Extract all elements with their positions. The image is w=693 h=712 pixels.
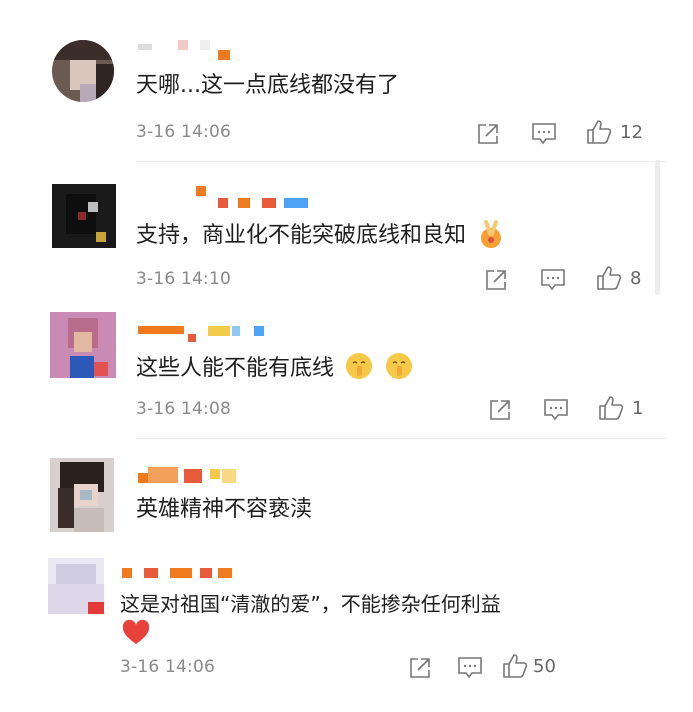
- comment-text: 支持，商业化不能突破底线和良知: [136, 218, 506, 250]
- comment-time: 3-16 14:08: [136, 399, 231, 419]
- comment-text: 英雄精神不容亵渎: [136, 497, 313, 522]
- share-icon[interactable]: [484, 268, 508, 292]
- comment-time: 3-16 14:06: [136, 122, 231, 142]
- avatar[interactable]: [52, 40, 114, 102]
- avatar[interactable]: [50, 458, 114, 532]
- username-blurred[interactable]: [196, 186, 316, 208]
- comment-time: 3-16 14:06: [120, 657, 215, 677]
- avatar[interactable]: [48, 558, 104, 614]
- scrollbar[interactable]: [655, 160, 660, 295]
- divider: [136, 161, 666, 162]
- comment-icon[interactable]: [540, 268, 566, 292]
- comment-text: 天哪...这一点底线都没有了: [136, 73, 399, 98]
- shushing-face-emoji: [344, 351, 374, 381]
- thumbs-up-icon[interactable]: [586, 119, 612, 145]
- username-blurred[interactable]: [138, 322, 278, 342]
- share-icon[interactable]: [408, 656, 432, 680]
- red-heart-emoji: [122, 620, 150, 646]
- share-icon[interactable]: [476, 122, 500, 146]
- praying-hands-emoji: [476, 218, 506, 248]
- like-count: 8: [630, 268, 642, 289]
- like-count: 12: [620, 122, 643, 143]
- comment-icon[interactable]: [457, 656, 483, 680]
- comment-icon[interactable]: [531, 122, 557, 146]
- share-icon[interactable]: [488, 398, 512, 422]
- thumbs-up-icon[interactable]: [596, 265, 622, 291]
- avatar[interactable]: [52, 184, 116, 248]
- comment-text-content: 支持，商业化不能突破底线和良知: [136, 223, 467, 248]
- comment-text: 这些人能不能有底线: [136, 351, 414, 383]
- username-blurred[interactable]: [138, 465, 248, 483]
- like-count: 1: [632, 398, 644, 419]
- comment-icon[interactable]: [543, 398, 569, 422]
- thumbs-up-icon[interactable]: [502, 653, 528, 679]
- divider: [136, 438, 666, 439]
- shushing-face-emoji: [384, 351, 414, 381]
- username-blurred[interactable]: [138, 40, 238, 60]
- thumbs-up-icon[interactable]: [598, 395, 624, 421]
- comment-time: 3-16 14:10: [136, 269, 231, 289]
- comment-text-content: 这些人能不能有底线: [136, 356, 335, 381]
- avatar[interactable]: [50, 312, 116, 378]
- like-count: 50: [533, 656, 556, 677]
- username-blurred[interactable]: [122, 568, 242, 582]
- comment-text: 这是对祖国“清澈的爱”，不能掺杂任何利益: [120, 592, 501, 616]
